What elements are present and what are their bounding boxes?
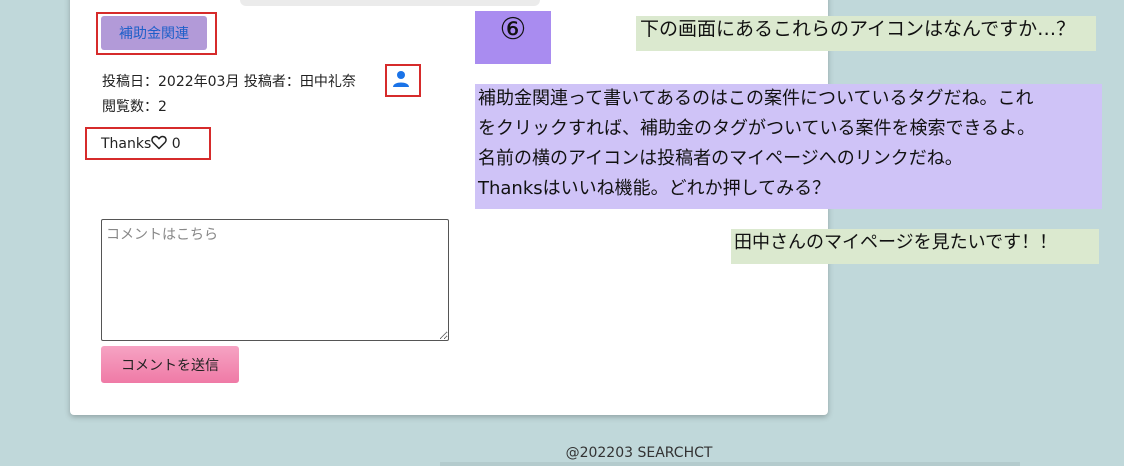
highlight-user-icon	[385, 64, 421, 97]
step-badge: ⑥	[475, 11, 551, 64]
footer-shadow	[440, 462, 1020, 466]
highlight-thanks	[85, 127, 211, 160]
question-bubble: 下の画面にあるこれらのアイコンはなんですか…？	[636, 16, 1096, 51]
answer-line: 名前の横のアイコンは投稿者のマイページへのリンクだね。	[478, 148, 963, 169]
post-meta: 投稿日：2022年03月 投稿者：田中礼奈	[102, 74, 356, 90]
screen: 補助金関連 投稿日：2022年03月 投稿者：田中礼奈 閲覧数：2 Thanks…	[0, 0, 1124, 466]
top-shadow	[240, 0, 540, 6]
view-count: 閲覧数：2	[102, 99, 167, 115]
send-comment-button[interactable]: コメントを送信	[101, 346, 239, 383]
answer-line: Thanksはいいね機能。どれか押してみる？	[478, 178, 831, 199]
answer-line: をクリックすれば、補助金のタグがついている案件を検索できるよ。	[478, 118, 1036, 139]
highlight-tag	[96, 12, 217, 55]
answer-bubble: 補助金関連って書いてあるのはこの案件についているタグだね。これ をクリックすれば…	[475, 84, 1102, 209]
comment-input[interactable]	[101, 219, 449, 341]
answer-line: 補助金関連って書いてあるのはこの案件についているタグだね。これ	[478, 88, 1034, 109]
user-reply-bubble: 田中さんのマイページを見たいです！！	[731, 229, 1099, 264]
footer-copyright: @202203 SEARCHCT	[565, 445, 713, 461]
